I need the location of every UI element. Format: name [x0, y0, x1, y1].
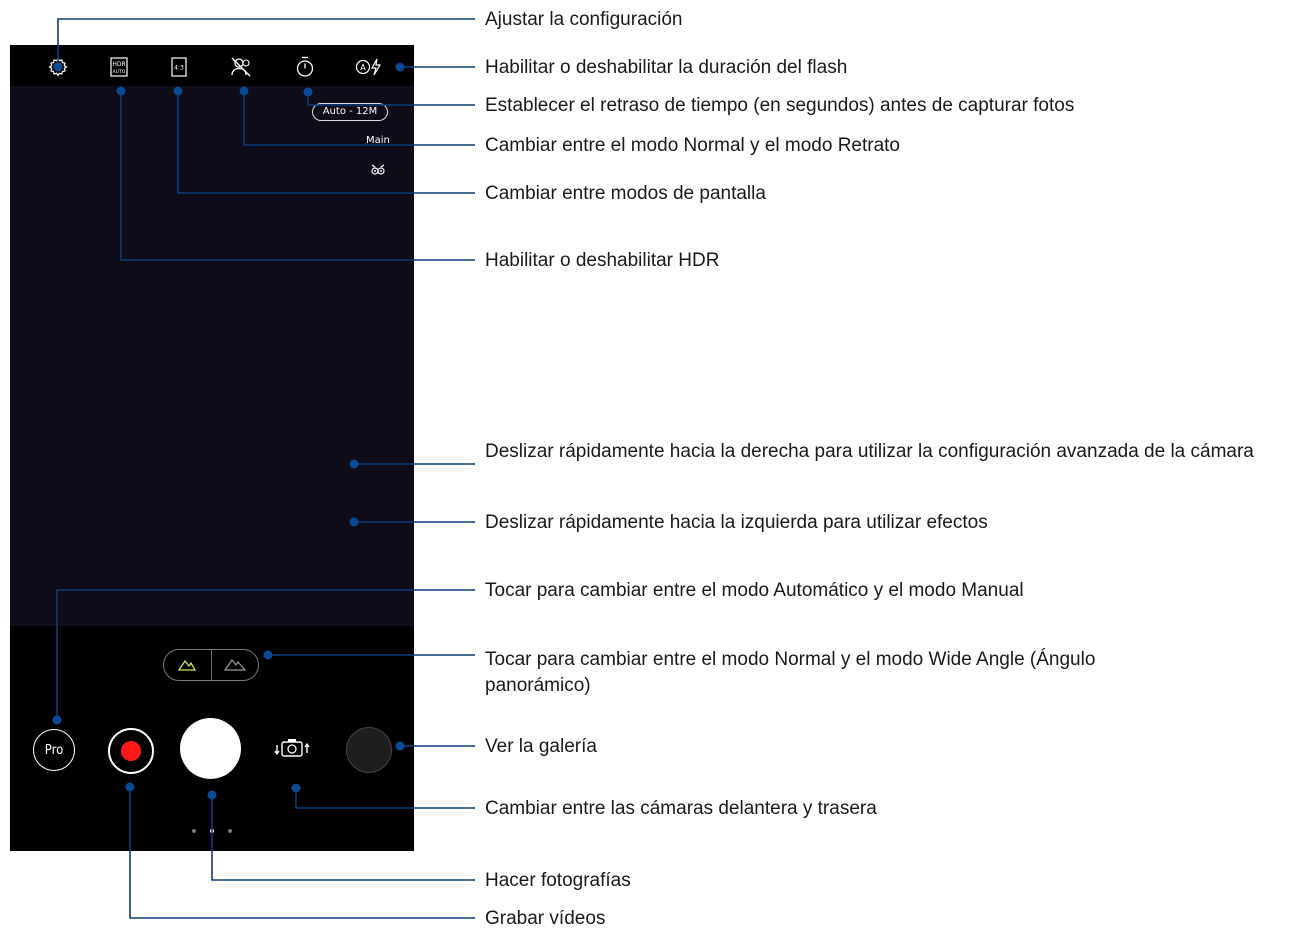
callout-dot-settings — [53, 62, 63, 72]
callout-dot-timer — [303, 87, 313, 97]
annotation-swipe-left: Deslizar rápidamente hacia la izquierda … — [485, 512, 988, 533]
annotation-pro-mode: Tocar para cambiar entre el modo Automát… — [485, 580, 1024, 601]
callout-dot-record — [125, 782, 135, 792]
callout-dot-hdr — [116, 86, 126, 96]
callout-line-record — [129, 787, 475, 919]
annotation-switch-camera: Cambiar entre las cámaras delantera y tr… — [485, 798, 877, 819]
callout-dot-swipe-right — [349, 459, 359, 469]
callout-dot-swipe-left — [349, 517, 359, 527]
annotation-gallery: Ver la galería — [485, 736, 597, 757]
annotation-hdr: Habilitar o deshabilitar HDR — [485, 250, 720, 271]
callout-dot-gallery — [395, 741, 405, 751]
annotation-record: Grabar vídeos — [485, 908, 606, 929]
callout-dot-wide-angle — [263, 650, 273, 660]
callout-dot-pro — [52, 715, 62, 725]
annotation-portrait: Cambiar entre el modo Normal y el modo R… — [485, 135, 901, 156]
annotation-screen-modes: Cambiar entre modos de pantalla — [485, 183, 766, 204]
annotation-shutter: Hacer fotografías — [485, 870, 631, 891]
callout-dot-screen-modes — [173, 86, 183, 96]
callout-dot-shutter — [207, 790, 217, 800]
annotation-wide-angle: Tocar para cambiar entre el modo Normal … — [485, 649, 1096, 696]
callout-line-settings — [57, 18, 475, 67]
callout-line-screen-modes — [177, 91, 475, 194]
callout-line-portrait — [243, 91, 475, 146]
annotation-swipe-right: Deslizar rápidamente hacia la derecha pa… — [485, 441, 1254, 462]
callout-line-hdr — [120, 91, 475, 261]
annotation-timer: Establecer el retraso de tiempo (en segu… — [485, 95, 1075, 116]
annotation-flash: Habilitar o deshabilitar la duración del… — [485, 57, 848, 78]
callout-line-switch-camera — [295, 788, 475, 809]
callout-dot-portrait — [239, 86, 249, 96]
callout-dot-flash — [395, 62, 405, 72]
annotation-settings: Ajustar la configuración — [485, 9, 683, 30]
callout-dot-switch-camera — [291, 783, 301, 793]
